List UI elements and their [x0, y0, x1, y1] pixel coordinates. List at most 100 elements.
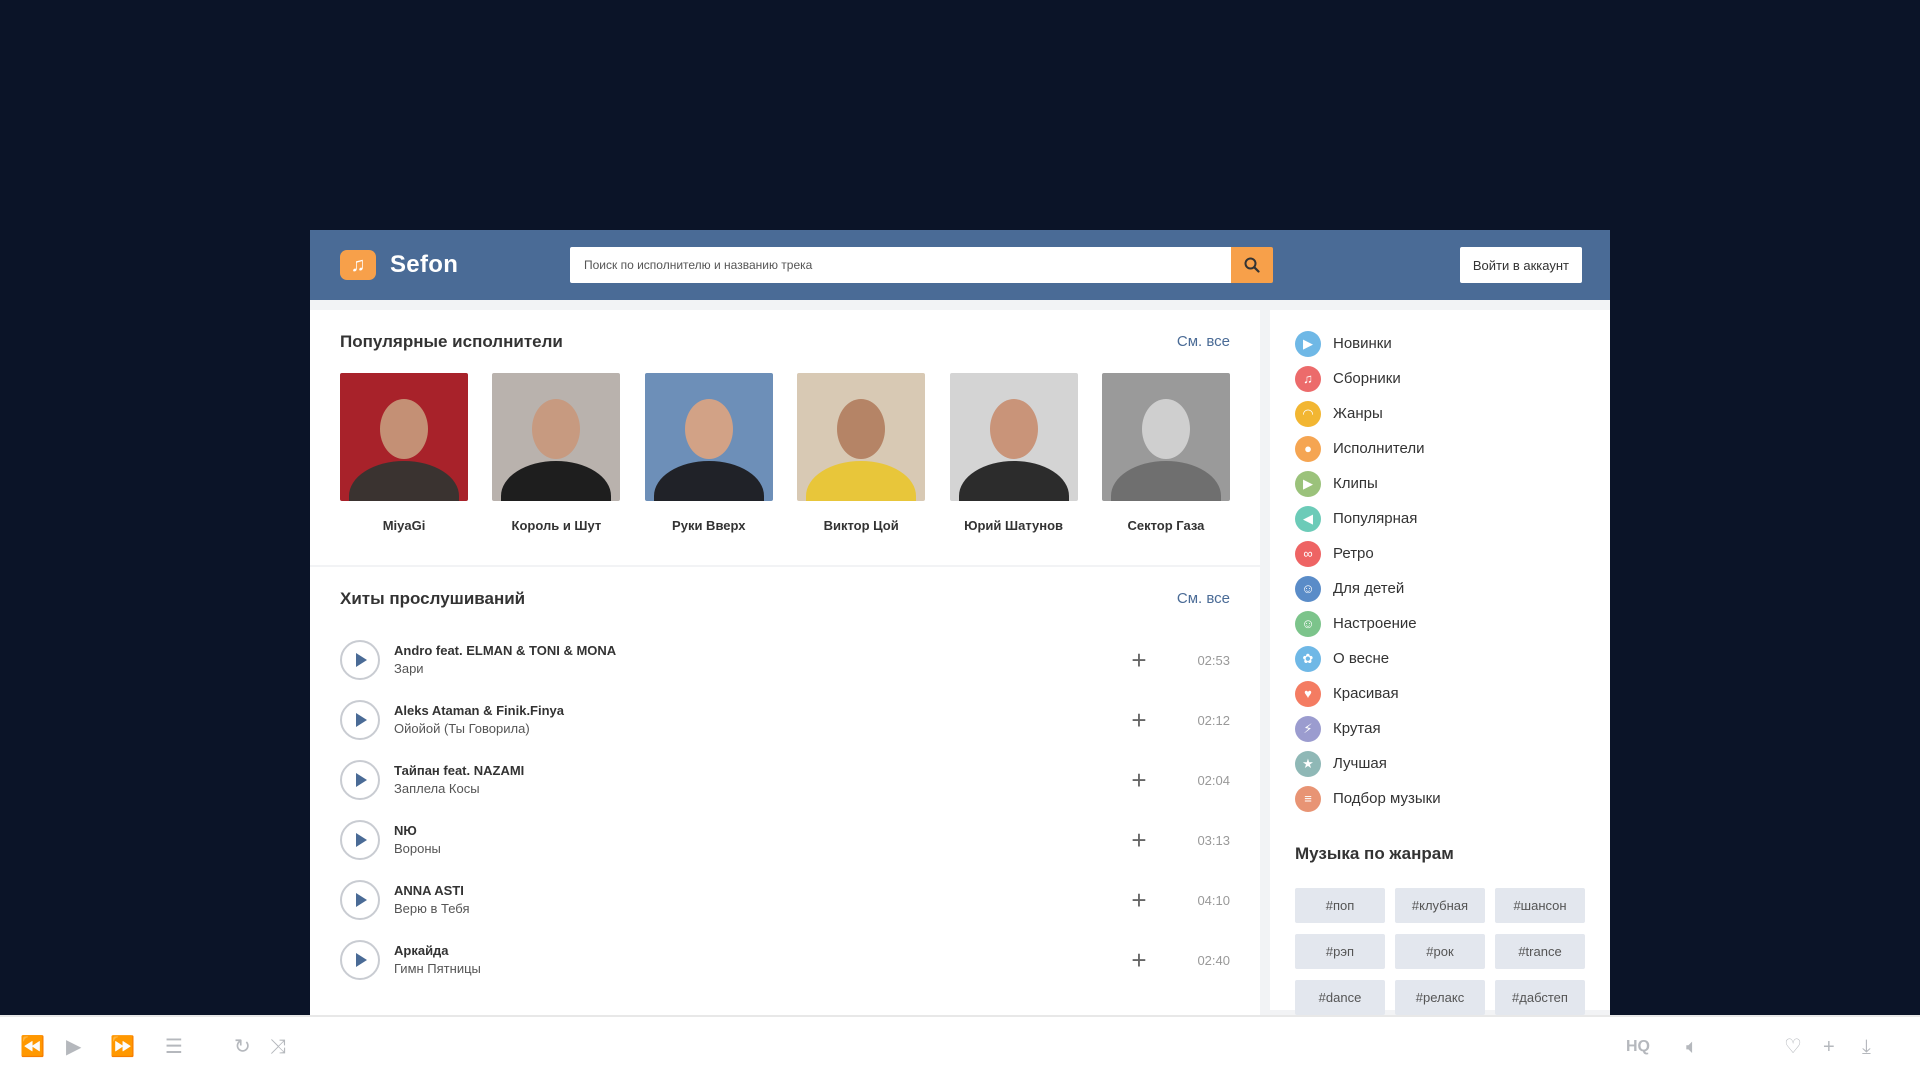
- sidebar-item[interactable]: ♥ Красивая: [1295, 676, 1585, 711]
- add-to-playlist-button[interactable]: +: [1124, 945, 1154, 975]
- search-bar: [570, 247, 1273, 283]
- artist-card[interactable]: Юрий Шатунов: [949, 373, 1078, 533]
- track-row: NЮ Вороны +03:13: [340, 810, 1230, 870]
- sidebar-item[interactable]: ★ Лучшая: [1295, 746, 1585, 781]
- category-menu: ▶ Новинки ♫ Сборники ◠ Жанры ● Исполнители ▶ Клип…: [1295, 326, 1585, 816]
- track-info[interactable]: ANNA ASTI Верю в Тебя: [394, 882, 1124, 918]
- add-to-playlist-button[interactable]: +: [1124, 705, 1154, 735]
- sidebar-item-label: Сборники: [1333, 370, 1401, 387]
- sidebar-item[interactable]: ● Исполнители: [1295, 431, 1585, 466]
- artist-name: MiyaGi: [382, 518, 426, 533]
- shuffle-icon[interactable]: ⤨: [270, 1037, 286, 1057]
- play-button[interactable]: [340, 880, 380, 920]
- playlist-icon[interactable]: ☰: [165, 1037, 183, 1057]
- artist-photo: [797, 373, 926, 501]
- artist-card[interactable]: Руки Вверх: [644, 373, 773, 533]
- heart-icon[interactable]: ♡: [1784, 1037, 1802, 1057]
- track-artist: Аркайда: [394, 943, 449, 958]
- track-duration: 04:10: [1197, 892, 1230, 908]
- login-button[interactable]: Войти в аккаунт: [1459, 247, 1582, 283]
- sidebar-item[interactable]: ∞ Ретро: [1295, 536, 1585, 571]
- genre-tag[interactable]: #trance: [1495, 934, 1585, 969]
- add-to-playlist-button[interactable]: +: [1124, 885, 1154, 915]
- genre-tag[interactable]: #релакс: [1395, 980, 1485, 1015]
- track-title: Верю в Тебя: [394, 901, 470, 916]
- add-to-playlist-button[interactable]: +: [1124, 765, 1154, 795]
- genre-tag[interactable]: #dance: [1295, 980, 1385, 1015]
- track-info[interactable]: NЮ Вороны: [394, 822, 1124, 858]
- see-all-hits-link[interactable]: См. все: [1177, 590, 1230, 607]
- artist-card[interactable]: Король и Шут: [492, 373, 621, 533]
- add-icon[interactable]: +: [1823, 1037, 1835, 1057]
- track-duration: 02:53: [1197, 652, 1230, 668]
- sidebar-item-label: Для детей: [1333, 580, 1405, 597]
- artists-list: MiyaGi Король и Шут Руки Вверх Виктор Цой Юр…: [340, 373, 1230, 533]
- track-list: Andro feat. ELMAN & TONI & MONA Зари +02:5…: [340, 630, 1230, 990]
- sidebar-item[interactable]: ▶ Новинки: [1295, 326, 1585, 361]
- popular-artists-section: Популярные исполнители См. все MiyaGi Кор…: [310, 310, 1260, 565]
- add-to-playlist-button[interactable]: +: [1124, 825, 1154, 855]
- add-to-playlist-button[interactable]: +: [1124, 645, 1154, 675]
- genre-tag[interactable]: #шансон: [1495, 888, 1585, 923]
- artist-card[interactable]: MiyaGi: [340, 373, 468, 533]
- genre-tag[interactable]: #рок: [1395, 934, 1485, 969]
- sidebar-item-label: Исполнители: [1333, 440, 1425, 457]
- lightning-icon: ⚡: [1295, 715, 1321, 742]
- volume-icon[interactable]: 🔈︎: [1686, 1037, 1698, 1057]
- play-button[interactable]: [340, 760, 380, 800]
- artist-photo: [340, 373, 468, 501]
- sidebar-item-label: Подбор музыки: [1333, 790, 1441, 807]
- sidebar-item[interactable]: ♫ Сборники: [1295, 361, 1585, 396]
- sidebar-item[interactable]: ☺ Настроение: [1295, 606, 1585, 641]
- track-title: Зари: [394, 661, 424, 676]
- play-icon: [356, 653, 367, 667]
- audio-player-bar: ⏪ ▶ ⏩ ☰ ↻ ⤨ HQ 🔈︎ ♡ + ⤓: [0, 1015, 1920, 1080]
- hq-toggle[interactable]: HQ: [1626, 1039, 1650, 1055]
- repeat-icon[interactable]: ↻: [234, 1037, 251, 1057]
- logo[interactable]: ♫ Sefon: [340, 250, 540, 280]
- sidebar-item-label: Крутая: [1333, 720, 1381, 737]
- sidebar-item[interactable]: ◀ Популярная: [1295, 501, 1585, 536]
- fast-forward-icon[interactable]: ⏩: [110, 1037, 135, 1057]
- track-info[interactable]: Аркайда Гимн Пятницы: [394, 942, 1124, 978]
- download-icon[interactable]: ⤓: [1862, 1037, 1871, 1057]
- artist-name: Юрий Шатунов: [964, 518, 1064, 533]
- genre-tag[interactable]: #поп: [1295, 888, 1385, 923]
- search-icon: [1244, 257, 1260, 273]
- section-title: Популярные исполнители: [340, 331, 563, 351]
- play-icon: [356, 893, 367, 907]
- play-button[interactable]: [340, 700, 380, 740]
- artist-card[interactable]: Сектор Газа: [1101, 373, 1230, 533]
- rewind-icon[interactable]: ⏪: [20, 1037, 45, 1057]
- section-title: Хиты прослушиваний: [340, 588, 526, 608]
- track-info[interactable]: Тайпан feat. NAZAMI Заплела Косы: [394, 762, 1124, 798]
- artist-card[interactable]: Виктор Цой: [797, 373, 926, 533]
- genre-tag[interactable]: #рэп: [1295, 934, 1385, 969]
- play-button[interactable]: [340, 640, 380, 680]
- sidebar-item[interactable]: ☺ Для детей: [1295, 571, 1585, 606]
- artist-photo: [1101, 373, 1230, 501]
- sidebar-item[interactable]: ⚡ Крутая: [1295, 711, 1585, 746]
- genre-tag[interactable]: #дабстеп: [1495, 980, 1585, 1015]
- track-duration: 02:40: [1197, 952, 1230, 968]
- sidebar-item[interactable]: ✿ О весне: [1295, 641, 1585, 676]
- play-icon: [356, 713, 367, 727]
- search-input[interactable]: [570, 247, 1231, 283]
- search-button[interactable]: [1231, 247, 1273, 283]
- track-info[interactable]: Andro feat. ELMAN & TONI & MONA Зари: [394, 642, 1124, 678]
- artist-photo: [644, 373, 773, 501]
- sidebar-item-label: Популярная: [1333, 510, 1418, 527]
- play-icon: [356, 833, 367, 847]
- genre-tag[interactable]: #клубная: [1395, 888, 1485, 923]
- sidebar-item[interactable]: ≡ Подбор музыки: [1295, 781, 1585, 816]
- track-info[interactable]: Aleks Ataman & Finik.Finya Ойойой (Ты Гов…: [394, 702, 1124, 738]
- play-button[interactable]: [340, 940, 380, 980]
- sidebar-item[interactable]: ◠ Жанры: [1295, 396, 1585, 431]
- headphones-icon: ◠: [1295, 400, 1321, 427]
- see-all-artists-link[interactable]: См. все: [1177, 333, 1230, 350]
- sidebar-item-label: О весне: [1333, 650, 1390, 667]
- play-icon[interactable]: ▶: [66, 1037, 81, 1057]
- sidebar-item[interactable]: ▶ Клипы: [1295, 466, 1585, 501]
- track-row: Аркайда Гимн Пятницы +02:40: [340, 930, 1230, 990]
- play-button[interactable]: [340, 820, 380, 860]
